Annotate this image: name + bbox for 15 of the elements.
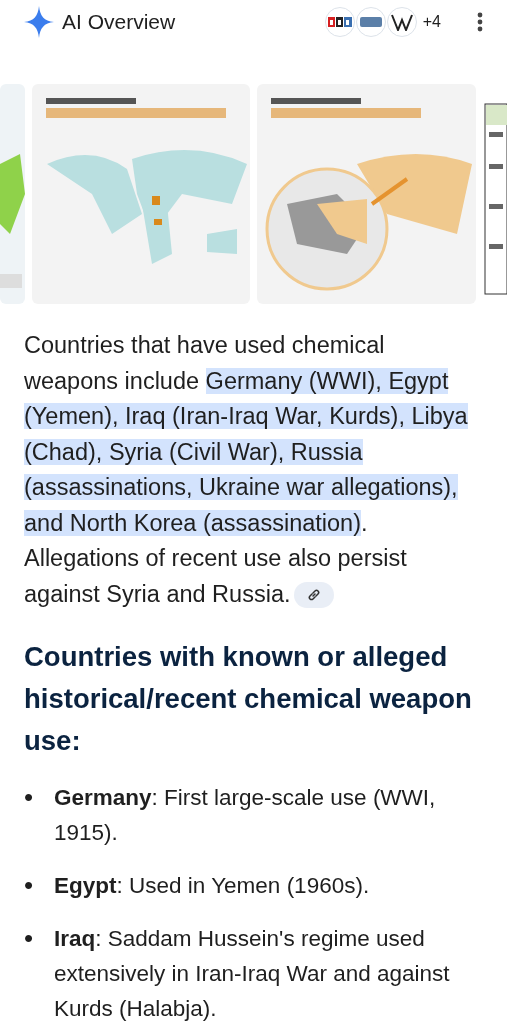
- bullet: •: [24, 869, 35, 902]
- source-icon[interactable]: [386, 7, 417, 37]
- sparkle-icon: [24, 6, 54, 38]
- bullet: •: [24, 781, 35, 814]
- more-options-icon[interactable]: [477, 12, 483, 32]
- section-heading: Countries with known or alleged historical/recent chemical weapon use:: [23, 640, 473, 758]
- list-item: Germany: First large-scale use (WWI, 1915).: [54, 784, 437, 847]
- overview-title: AI Overview: [62, 9, 176, 36]
- bullet: •: [24, 922, 35, 955]
- source-icon[interactable]: [324, 7, 355, 37]
- link-icon: [307, 588, 322, 603]
- list-item: Egypt: Used in Yemen (1960s).: [54, 872, 370, 900]
- source-count[interactable]: +4: [422, 10, 441, 34]
- link-button[interactable]: [294, 582, 335, 609]
- list-item: Iraq: Saddam Hussein's regime used extensively in Iran-Iraq War and against Kurds (Halabja).: [54, 925, 451, 1023]
